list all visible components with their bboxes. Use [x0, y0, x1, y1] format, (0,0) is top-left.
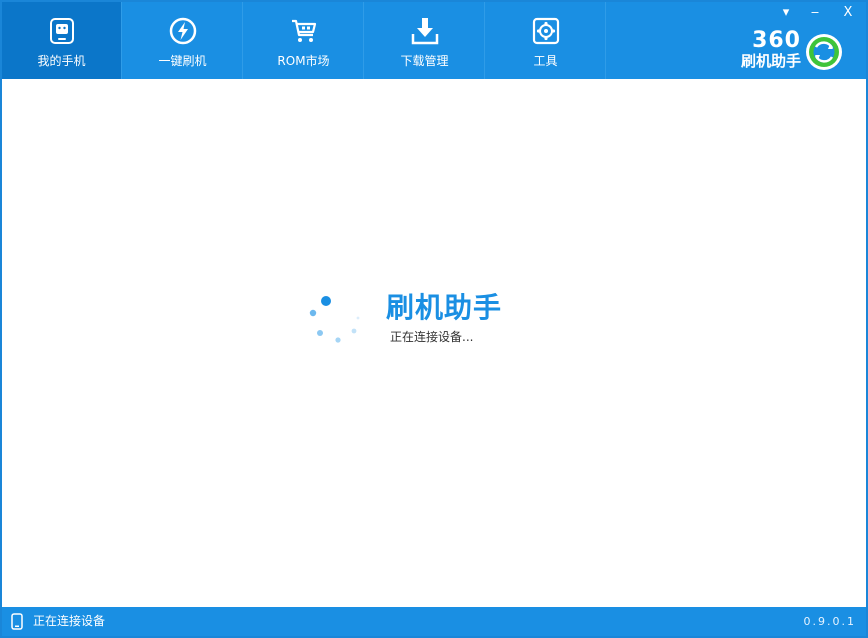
- brand-title: 刷机助手: [386, 291, 503, 324]
- app-window: 我的手机 一键刷机 ROM市场 下载管理 工具 ▾ ‒ X 360 刷机助手 刷…: [0, 0, 868, 638]
- phone-icon: [50, 18, 74, 44]
- chevron-down-icon: ▾: [782, 5, 790, 20]
- minimize-button[interactable]: ‒: [803, 4, 827, 22]
- toolbox-icon: [532, 17, 560, 45]
- tab-label: 下载管理: [400, 54, 449, 68]
- flash-icon: [169, 17, 197, 45]
- minimize-icon: ‒: [810, 5, 820, 20]
- close-icon: X: [843, 5, 853, 20]
- logo-icon: [806, 34, 842, 70]
- tab-one-key-flash[interactable]: 一键刷机: [123, 2, 243, 79]
- tab-label: ROM市场: [277, 54, 330, 68]
- tab-rom-market[interactable]: ROM市场: [244, 2, 364, 79]
- tab-tools[interactable]: 工具: [486, 2, 606, 79]
- tab-label: 我的手机: [37, 54, 86, 68]
- phone-icon: [11, 613, 23, 630]
- menu-dropdown-button[interactable]: ▾: [774, 4, 798, 22]
- tab-label: 一键刷机: [158, 54, 207, 68]
- connecting-status-text: 正在连接设备...: [390, 330, 474, 344]
- top-toolbar: 我的手机 一键刷机 ROM市场 下载管理 工具 ▾ ‒ X 360 刷机助手: [2, 2, 866, 79]
- version-label: 0.9.0.1: [803, 615, 856, 628]
- status-text: 正在连接设备: [33, 614, 106, 628]
- logo-name: 刷机助手: [740, 52, 801, 70]
- tab-my-phone[interactable]: 我的手机: [2, 2, 122, 79]
- tab-download-manager[interactable]: 下载管理: [365, 2, 485, 79]
- app-logo-text: 360 刷机助手: [727, 28, 801, 71]
- loading-spinner-icon: [309, 296, 360, 343]
- close-button[interactable]: X: [836, 4, 860, 22]
- cart-icon: [292, 19, 317, 42]
- tab-label: 工具: [533, 54, 558, 68]
- logo-number: 360: [752, 28, 801, 53]
- status-bar: 正在连接设备 0.9.0.1: [2, 607, 866, 636]
- download-icon: [411, 18, 439, 45]
